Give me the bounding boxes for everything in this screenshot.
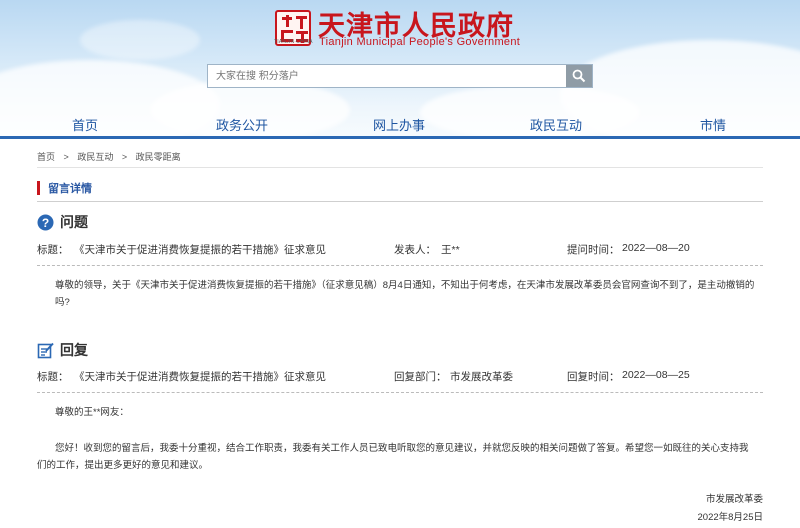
question-author-value: 王** [441, 244, 460, 256]
reply-time-value: 2022—08—25 [622, 369, 690, 381]
section-accent-bar [37, 181, 40, 195]
breadcrumb-separator: > [121, 152, 128, 162]
reply-heading: 回复 [60, 342, 88, 358]
search-button[interactable] [566, 65, 592, 87]
question-circle-icon: ? [37, 214, 54, 230]
edit-document-icon [37, 342, 54, 358]
dashed-divider [37, 265, 763, 266]
question-title-label: 标题： [37, 244, 69, 256]
question-header: ? 问题 [37, 212, 88, 232]
breadcrumb: 首页 > 政民互动 > 政民零距离 [37, 150, 187, 163]
reply-greeting: 尊敬的王**网友： [55, 407, 129, 418]
question-body: 尊敬的领导，关于《天津市关于促进消费恢复提振的若干措施》（征求意见稿）8月4日通… [55, 280, 755, 308]
nav-underline [0, 136, 800, 139]
question-author-label: 发表人： [394, 244, 436, 256]
section-title: 留言详情 [48, 183, 92, 195]
reply-meta: 标题： 《天津市关于促进消费恢复提振的若干措施》征求意见 回复部门： 市发展改革… [37, 369, 763, 385]
search-input[interactable] [208, 65, 566, 87]
dashed-divider [37, 392, 763, 393]
site-subtitle: Tianjin Municipal People's Government [319, 36, 521, 48]
reply-signature: 市发展改革委 [705, 494, 763, 505]
search-bar [207, 64, 593, 88]
nav-item-online-services[interactable]: 网上办事 [373, 115, 425, 134]
question-title-value: 《天津市关于促进消费恢复提振的若干措施》征求意见 [74, 244, 326, 256]
question-time-value: 2022—08—20 [622, 242, 690, 254]
breadcrumb-separator: > [63, 152, 69, 162]
nav-item-government-affairs[interactable]: 政务公开 [216, 115, 268, 134]
reply-dept-label: 回复部门： [394, 371, 447, 383]
divider [37, 167, 763, 168]
divider [37, 201, 763, 202]
breadcrumb-current[interactable]: 政民零距离 [136, 152, 181, 162]
reply-title-value: 《天津市关于促进消费恢复提振的若干措施》征求意见 [74, 371, 326, 383]
search-icon [572, 69, 586, 83]
question-time-label: 提问时间： [567, 244, 620, 256]
breadcrumb-interaction[interactable]: 政民互动 [77, 152, 113, 162]
nav-item-city-info[interactable]: 市情 [700, 115, 726, 134]
site-header: TIANJIN·CHINA 天津市人民政府 Tianjin Municipal … [0, 0, 800, 138]
nav-item-home[interactable]: 首页 [72, 115, 98, 134]
reply-body: 您好！收到您的留言后，我委十分重视，结合工作职责，我委有关工作人员已致电听取您的… [37, 443, 749, 471]
reply-time-label: 回复时间： [567, 371, 620, 383]
breadcrumb-home[interactable]: 首页 [37, 152, 55, 162]
emblem-caption: TIANJIN·CHINA [274, 39, 313, 45]
reply-title-label: 标题： [37, 371, 69, 383]
reply-dept-value: 市发展改革委 [450, 371, 513, 383]
main-nav: 首页 政务公开 网上办事 政民互动 市情 [0, 110, 800, 138]
question-meta: 标题： 《天津市关于促进消费恢复提振的若干措施》征求意见 发表人： 王** 提问… [37, 242, 763, 258]
nav-item-interaction[interactable]: 政民互动 [530, 115, 582, 134]
section-header: 留言详情 [37, 178, 92, 198]
svg-text:?: ? [42, 215, 49, 229]
reply-header: 回复 [37, 340, 88, 360]
question-heading: 问题 [60, 214, 88, 230]
reply-date: 2022年8月25日 [697, 512, 763, 523]
